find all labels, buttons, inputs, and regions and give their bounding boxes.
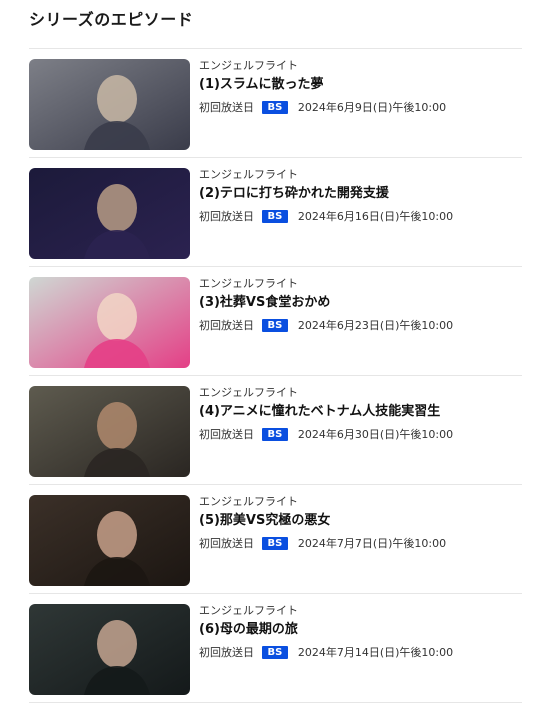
air-date-label: 初回放送日 xyxy=(199,210,254,223)
air-info: 初回放送日 BS 2024年6月16日(日)午後10:00 xyxy=(199,209,522,224)
episode-title[interactable]: (2)テロに打ち砕かれた開発支援 xyxy=(199,185,522,203)
air-date-label: 初回放送日 xyxy=(199,319,254,332)
air-info: 初回放送日 BS 2024年7月7日(日)午後10:00 xyxy=(199,536,522,551)
episode-title[interactable]: (6)母の最期の旅 xyxy=(199,621,522,639)
episode-title[interactable]: (1)スラムに散った夢 xyxy=(199,76,522,94)
thumbnail-image xyxy=(29,495,190,586)
series-name: エンジェルフライト xyxy=(199,495,298,508)
episode-thumbnail[interactable] xyxy=(29,386,190,477)
air-info: 初回放送日 BS 2024年7月14日(日)午後10:00 xyxy=(199,645,522,660)
episode-item-1[interactable]: エンジェルフライト (1)スラムに散った夢 初回放送日 BS 2024年6月9日… xyxy=(29,48,522,157)
episode-title[interactable]: (5)那美VS究極の悪女 xyxy=(199,512,522,530)
thumbnail-image xyxy=(29,59,190,150)
episode-item-3[interactable]: エンジェルフライト (3)社葬VS食堂おかめ 初回放送日 BS 2024年6月2… xyxy=(29,266,522,375)
thumbnail-image xyxy=(29,386,190,477)
episode-thumbnail[interactable] xyxy=(29,277,190,368)
episode-list: エンジェルフライト (1)スラムに散った夢 初回放送日 BS 2024年6月9日… xyxy=(29,48,522,703)
episode-item-5[interactable]: エンジェルフライト (5)那美VS究極の悪女 初回放送日 BS 2024年7月7… xyxy=(29,484,522,593)
air-date: 2024年6月16日(日)午後10:00 xyxy=(297,210,454,223)
channel-badge: BS xyxy=(261,537,289,550)
episode-thumbnail[interactable] xyxy=(29,604,190,695)
channel-badge: BS xyxy=(261,428,289,441)
air-date-label: 初回放送日 xyxy=(199,537,254,550)
channel-badge: BS xyxy=(261,319,289,332)
episode-title[interactable]: (4)アニメに憧れたベトナム人技能実習生 xyxy=(199,403,522,421)
air-date: 2024年6月23日(日)午後10:00 xyxy=(297,319,454,332)
episode-item-2[interactable]: エンジェルフライト (2)テロに打ち砕かれた開発支援 初回放送日 BS 2024… xyxy=(29,157,522,266)
episode-thumbnail[interactable] xyxy=(29,495,190,586)
air-date: 2024年6月9日(日)午後10:00 xyxy=(297,101,447,114)
series-name: エンジェルフライト xyxy=(199,59,298,72)
episode-thumbnail[interactable] xyxy=(29,59,190,150)
air-info: 初回放送日 BS 2024年6月30日(日)午後10:00 xyxy=(199,427,522,442)
series-name: エンジェルフライト xyxy=(199,604,298,617)
episode-thumbnail[interactable] xyxy=(29,168,190,259)
air-date-label: 初回放送日 xyxy=(199,101,254,114)
episode-item-6[interactable]: エンジェルフライト (6)母の最期の旅 初回放送日 BS 2024年7月14日(… xyxy=(29,593,522,702)
air-date-label: 初回放送日 xyxy=(199,428,254,441)
air-date-label: 初回放送日 xyxy=(199,646,254,659)
air-info: 初回放送日 BS 2024年6月9日(日)午後10:00 xyxy=(199,100,522,115)
air-info: 初回放送日 BS 2024年6月23日(日)午後10:00 xyxy=(199,318,522,333)
series-name: エンジェルフライト xyxy=(199,386,298,399)
channel-badge: BS xyxy=(261,101,289,114)
air-date: 2024年7月7日(日)午後10:00 xyxy=(297,537,447,550)
series-name: エンジェルフライト xyxy=(199,168,298,181)
air-date: 2024年6月30日(日)午後10:00 xyxy=(297,428,454,441)
channel-badge: BS xyxy=(261,210,289,223)
episode-item-4[interactable]: エンジェルフライト (4)アニメに憧れたベトナム人技能実習生 初回放送日 BS … xyxy=(29,375,522,484)
thumbnail-image xyxy=(29,168,190,259)
episode-title[interactable]: (3)社葬VS食堂おかめ xyxy=(199,294,522,312)
thumbnail-image xyxy=(29,604,190,695)
section-title: シリーズのエピソード xyxy=(29,10,194,29)
list-divider xyxy=(29,702,522,703)
thumbnail-image xyxy=(29,277,190,368)
series-name: エンジェルフライト xyxy=(199,277,298,290)
channel-badge: BS xyxy=(261,646,289,659)
air-date: 2024年7月14日(日)午後10:00 xyxy=(297,646,454,659)
